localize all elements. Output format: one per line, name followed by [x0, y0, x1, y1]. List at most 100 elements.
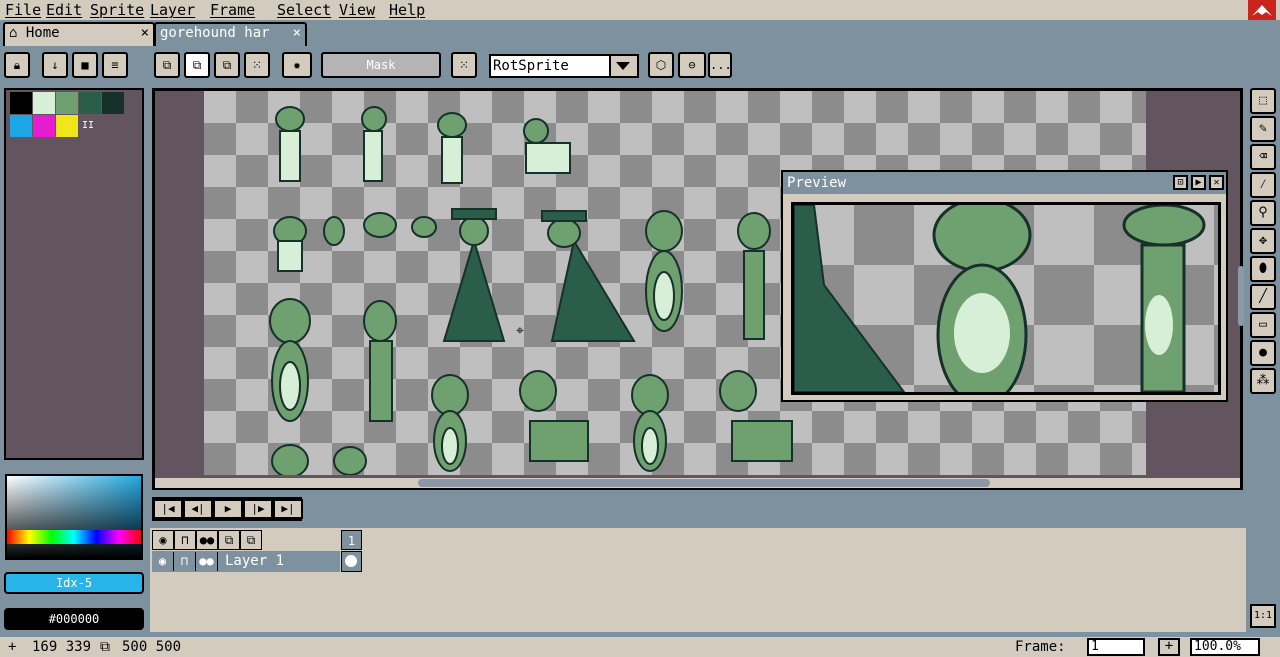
color-hex-field[interactable]: #000000	[4, 608, 144, 630]
square-button[interactable]: ■	[72, 52, 98, 78]
grid-dots-icon: ⁙	[458, 58, 470, 72]
close-tab-home-icon[interactable]: ×	[141, 24, 149, 42]
lock-button[interactable]: 🔒︎	[4, 52, 30, 78]
zoom-input[interactable]: 100.0%	[1190, 638, 1260, 656]
zoom-1to1-button[interactable]: 1:1	[1250, 604, 1276, 628]
rotation-algorithm-value: RotSprite	[493, 58, 569, 74]
move-icon: ✥	[1259, 233, 1267, 248]
paint-bucket-icon: ⬮	[1258, 261, 1268, 276]
menu-edit[interactable]: Edit	[46, 0, 82, 20]
transparent-color-button[interactable]: ✹	[282, 52, 312, 78]
zoom-tool[interactable]: ⚲	[1250, 200, 1276, 226]
cursor-position: 169 339	[32, 639, 92, 655]
close-tab-sprite-icon[interactable]: ×	[293, 24, 301, 42]
move-tool[interactable]: ✥	[1250, 228, 1276, 254]
blur-tool[interactable]: ●	[1250, 340, 1276, 366]
lock-header[interactable]: ⊓	[174, 530, 196, 550]
rotation-algorithm-select[interactable]: RotSprite	[489, 54, 639, 78]
selection-intersect-button[interactable]: ⁙	[244, 52, 270, 78]
eye-icon: ◉	[159, 533, 167, 547]
new-layer-header[interactable]: ⧉	[240, 530, 262, 550]
frame-header[interactable]: 1	[341, 530, 362, 550]
palette-swatch[interactable]	[10, 92, 32, 114]
chevron-down-icon[interactable]	[609, 56, 637, 76]
palette-swatch[interactable]	[33, 92, 55, 114]
selection-add-icon: ⧉	[192, 58, 202, 72]
menu-frame[interactable]: Frame	[210, 0, 255, 20]
palette-swatch[interactable]	[56, 92, 78, 114]
palette-swatch[interactable]	[56, 115, 78, 137]
frame-input[interactable]: 1	[1087, 638, 1145, 656]
tab-home-label: Home	[25, 25, 60, 41]
vertical-scrollbar-thumb[interactable]	[1238, 266, 1244, 326]
more-options-button[interactable]: ...	[708, 52, 732, 78]
first-frame-button[interactable]: |◀	[153, 499, 183, 519]
layer-group-header[interactable]: ⧉	[218, 530, 240, 550]
play-button[interactable]: ▶	[213, 499, 243, 519]
rectangle-tool[interactable]: ▭	[1250, 312, 1276, 338]
menu-view[interactable]: View	[339, 0, 375, 20]
app-logo-icon	[1248, 0, 1276, 20]
add-frame-button[interactable]: +	[1158, 638, 1180, 656]
previous-frame-button[interactable]: ◀|	[183, 499, 213, 519]
download-button[interactable]: ↓	[42, 52, 68, 78]
skip-end-icon: ▶|	[281, 502, 295, 515]
continuous-header[interactable]: ●●	[196, 530, 218, 550]
layer-lock-toggle[interactable]: ⊓	[174, 552, 196, 571]
horizontal-scrollbar-thumb[interactable]	[418, 479, 990, 487]
tab-home[interactable]: ⌂ Home ×	[3, 22, 155, 46]
preview-close-button[interactable]: ✕	[1209, 175, 1224, 190]
hue-slider[interactable]	[7, 530, 141, 544]
selection-replace-button[interactable]: ⧉	[154, 52, 180, 78]
palette-swatch[interactable]	[33, 115, 55, 137]
selection-subtract-button[interactable]: ⧉	[214, 52, 240, 78]
paint-bucket-tool[interactable]: ⬮	[1250, 256, 1276, 282]
tab-sprite[interactable]: gorehound har ×	[154, 22, 307, 46]
play-icon: ▶	[1195, 177, 1202, 188]
layer-visibility-toggle[interactable]: ◉	[152, 552, 174, 571]
color-index-field[interactable]: Idx-5	[4, 572, 144, 594]
visibility-header[interactable]: ◉	[152, 530, 174, 550]
tab-sprite-label: gorehound har	[160, 25, 270, 41]
next-frame-button[interactable]: |▶	[243, 499, 273, 519]
line-tool[interactable]: ╱	[1250, 284, 1276, 310]
color-picker-gradient[interactable]	[5, 474, 143, 560]
preview-center-button[interactable]: ⊡	[1173, 175, 1188, 190]
spray-tool[interactable]: ⁂	[1250, 368, 1276, 394]
eraser-tool[interactable]: ⌫	[1250, 144, 1276, 170]
step-back-icon: ◀|	[191, 502, 205, 515]
preview-title: Preview	[783, 172, 1226, 194]
marquee-tool[interactable]: ⬚	[1250, 88, 1276, 114]
selection-replace-icon: ⧉	[162, 58, 172, 72]
menu-help[interactable]: Help	[389, 0, 425, 20]
center-icon: ⊡	[1177, 177, 1184, 188]
last-frame-button[interactable]: ▶|	[273, 499, 303, 519]
selection-add-button[interactable]: ⧉	[184, 52, 210, 78]
hamburger-icon: ≡	[111, 58, 119, 72]
mask-button[interactable]: Mask	[321, 52, 441, 78]
menu-file[interactable]: File	[5, 0, 41, 20]
layer-continuous-toggle[interactable]: ●●	[196, 552, 218, 571]
pencil-tool[interactable]: ✎	[1250, 116, 1276, 142]
menu-select[interactable]: Select	[277, 0, 331, 20]
menu-layer[interactable]: Layer	[150, 0, 195, 20]
eraser-icon: ⌫	[1259, 149, 1267, 164]
eyedropper-icon: ⁄	[1259, 177, 1267, 192]
pivot-button[interactable]: ⬡	[648, 52, 674, 78]
menu-sprite[interactable]: Sprite	[90, 0, 144, 20]
palette-swatch[interactable]	[79, 92, 101, 114]
pixel-grid-button[interactable]: ⁙	[451, 52, 477, 78]
preview-play-button[interactable]: ▶	[1191, 175, 1206, 190]
spray-icon: ⁂	[1256, 373, 1270, 388]
layer-name[interactable]: Layer 1	[222, 552, 340, 571]
preview-viewport[interactable]	[791, 202, 1221, 395]
rectangle-icon: ▭	[1259, 317, 1267, 332]
sparkle-icon: ✹	[293, 58, 301, 72]
transform-button[interactable]: ⊖	[678, 52, 706, 78]
menu-button[interactable]: ≡	[102, 52, 128, 78]
eyedropper-tool[interactable]: ⁄	[1250, 172, 1276, 198]
palette-swatch[interactable]	[102, 92, 124, 114]
play-icon: ▶	[224, 502, 232, 515]
marquee-icon: ⬚	[1259, 93, 1267, 108]
palette-swatch[interactable]	[10, 115, 32, 137]
